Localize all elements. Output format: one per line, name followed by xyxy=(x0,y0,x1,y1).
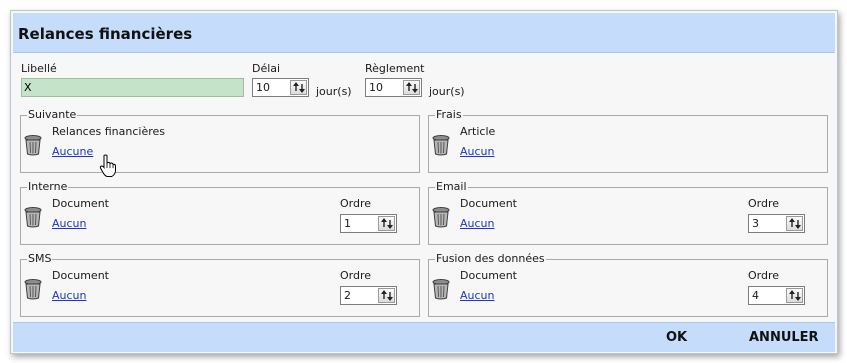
delai-value: 10 xyxy=(256,81,270,94)
trash-icon[interactable] xyxy=(23,206,43,228)
trash-icon[interactable] xyxy=(23,278,43,300)
group-email-label: Document xyxy=(460,197,517,210)
group-interne-ordre-spinner[interactable]: 1 xyxy=(340,214,397,233)
dialog-titlebar: Relances financières xyxy=(13,13,835,53)
group-fusion-ordre-spinner[interactable]: 4 xyxy=(748,286,805,305)
reglement-unit: jour(s) xyxy=(429,85,465,98)
group-email-title: Email xyxy=(435,180,468,193)
group-interne: Interne Document Aucun Ordre 1 xyxy=(20,180,420,245)
ok-button[interactable]: OK xyxy=(666,330,687,345)
delai-spinner[interactable]: 10 xyxy=(252,78,309,97)
reglement-spinner[interactable]: 10 xyxy=(365,78,422,97)
delai-unit: jour(s) xyxy=(316,85,352,98)
group-interne-ordre-value: 1 xyxy=(344,217,351,230)
trash-icon[interactable] xyxy=(431,206,451,228)
group-sms-link[interactable]: Aucun xyxy=(52,289,87,302)
group-sms-label: Document xyxy=(52,269,109,282)
group-email-ordre-value: 3 xyxy=(752,217,759,230)
group-interne-label: Document xyxy=(52,197,109,210)
group-frais-label: Article xyxy=(460,125,496,138)
group-fusion-link[interactable]: Aucun xyxy=(460,289,495,302)
spin-arrows-icon[interactable] xyxy=(378,216,395,231)
group-sms-ordre-spinner[interactable]: 2 xyxy=(340,286,397,305)
libelle-label: Libellé xyxy=(21,62,57,75)
group-suivante: Suivante Relances financières Aucune xyxy=(20,108,420,173)
relances-dialog: Relances financières Libellé Délai 10 jo… xyxy=(10,10,838,354)
group-email-ordre-label: Ordre xyxy=(748,197,780,210)
dialog-title: Relances financières xyxy=(18,25,193,43)
group-frais-title: Frais xyxy=(435,108,463,121)
reglement-value: 10 xyxy=(369,81,383,94)
group-fusion-ordre-value: 4 xyxy=(752,289,759,302)
group-fusion-title: Fusion des données xyxy=(435,252,546,265)
group-email-ordre-spinner[interactable]: 3 xyxy=(748,214,805,233)
trash-icon[interactable] xyxy=(431,134,451,156)
group-interne-ordre-label: Ordre xyxy=(340,197,372,210)
spin-arrows-icon[interactable] xyxy=(786,216,803,231)
group-sms: SMS Document Aucun Ordre 2 xyxy=(20,252,420,317)
group-suivante-label: Relances financières xyxy=(52,125,165,138)
group-email: Email Document Aucun Ordre 3 xyxy=(428,180,828,245)
cancel-button[interactable]: ANNULER xyxy=(749,330,819,345)
group-suivante-title: Suivante xyxy=(27,108,78,121)
delai-label: Délai xyxy=(252,62,281,75)
group-fusion: Fusion des données Document Aucun Ordre … xyxy=(428,252,828,317)
group-frais: Frais Article Aucun xyxy=(428,108,828,173)
group-interne-title: Interne xyxy=(27,180,69,193)
spin-arrows-icon[interactable] xyxy=(378,288,395,303)
trash-icon[interactable] xyxy=(431,278,451,300)
dialog-footer: OK ANNULER xyxy=(13,322,835,352)
reglement-label: Règlement xyxy=(365,62,425,75)
group-sms-title: SMS xyxy=(27,252,53,265)
spin-arrows-icon[interactable] xyxy=(786,288,803,303)
spin-arrows-icon[interactable] xyxy=(403,80,420,95)
group-sms-ordre-label: Ordre xyxy=(340,269,372,282)
spin-arrows-icon[interactable] xyxy=(290,80,307,95)
trash-icon[interactable] xyxy=(23,134,43,156)
group-email-link[interactable]: Aucun xyxy=(460,217,495,230)
libelle-input[interactable] xyxy=(21,78,244,97)
group-interne-link[interactable]: Aucun xyxy=(52,217,87,230)
group-fusion-label: Document xyxy=(460,269,517,282)
group-suivante-link[interactable]: Aucune xyxy=(52,145,93,158)
group-fusion-ordre-label: Ordre xyxy=(748,269,780,282)
group-sms-ordre-value: 2 xyxy=(344,289,351,302)
group-frais-link[interactable]: Aucun xyxy=(460,145,495,158)
hand-cursor-icon xyxy=(99,154,116,177)
